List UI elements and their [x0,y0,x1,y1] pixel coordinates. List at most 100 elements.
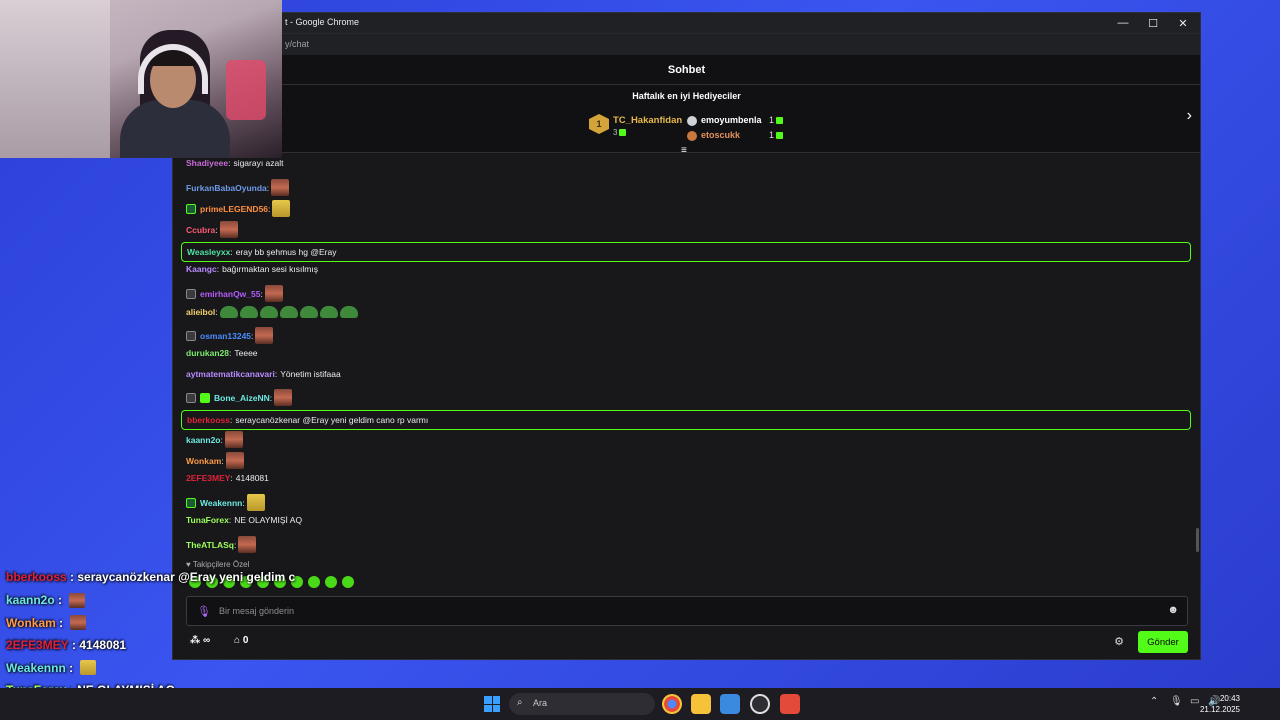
chat-username[interactable]: Kaangc [186,264,217,274]
chat-message[interactable]: osman13245: [186,327,274,344]
chat-username[interactable]: 2EFE3MEY [186,473,230,483]
system-clock[interactable]: 20:43 21.12.2025 [1200,693,1240,715]
chat-message[interactable]: Bone_AizeNN: [186,389,293,406]
chrome-taskbar-icon[interactable] [662,694,682,714]
frog-emote[interactable] [239,306,258,318]
chat-emote[interactable] [264,285,283,302]
emote-option[interactable] [308,576,320,588]
chat-username[interactable]: Shadiyeee [186,158,228,168]
chat-message[interactable]: TunaForex: NE OLAYMIŞİ AQ [186,515,302,525]
chat-message[interactable]: Shadiyeee: sigarayı azalt [186,158,284,168]
minimize-button[interactable]: — [1108,13,1138,33]
chat-username[interactable]: TheATLASq [186,540,234,550]
file-explorer-icon[interactable] [691,694,711,714]
taskbar-search[interactable]: ⌕ Ara [509,693,655,715]
chat-username[interactable]: TunaForex [186,515,229,525]
photos-app-icon[interactable] [720,694,740,714]
chat-message[interactable]: alieibol: [186,306,358,318]
chat-username[interactable]: primeLEGEND56 [200,204,268,214]
chat-emote[interactable] [238,536,257,553]
chat-message[interactable]: kaann2o: [186,431,243,448]
top-gifter-count: 3 [613,128,627,137]
user-badge-icon [186,203,196,214]
chat-username[interactable]: emirhanQw_55 [200,289,260,299]
chat-username[interactable]: aytmatematikcanavari [186,369,275,379]
microphone-tray-icon[interactable]: 🎙 [1170,696,1183,707]
gear-icon[interactable]: ⚙ [1114,635,1124,648]
chat-emote[interactable] [272,200,291,217]
chat-message[interactable]: TheATLASq: [186,536,257,553]
scrollbar-thumb[interactable] [1196,528,1199,552]
chat-username[interactable]: Ccubra [186,225,215,235]
chat-emote[interactable] [271,179,290,196]
address-bar[interactable]: y/chat [173,33,1200,55]
chat-separator: : [230,473,233,483]
chat-message-input[interactable] [219,603,1119,619]
app-notification-icon[interactable] [780,694,800,714]
chat-separator: : [215,307,218,317]
window-titlebar[interactable]: t - Google Chrome — ☐ ✕ [173,13,1200,33]
chat-input-box[interactable]: 🎙 ☻ [186,596,1188,626]
chat-username[interactable]: Bone_AizeNN [214,393,270,403]
chat-message[interactable]: FurkanBabaOyunda: [186,179,290,196]
chat-emote[interactable] [225,452,244,469]
frog-emote[interactable] [219,306,238,318]
microphone-icon[interactable]: 🎙 [197,605,211,618]
chat-username[interactable]: alieibol [186,307,215,317]
chat-username[interactable]: kaann2o [186,435,221,445]
maximize-button[interactable]: ☐ [1138,13,1168,33]
emote-option[interactable] [342,576,354,588]
overlay-separator: : [66,570,78,584]
overlay-username: bberkooss [6,570,67,584]
chat-message[interactable]: Ccubra: [186,221,238,238]
chat-emote[interactable] [219,221,238,238]
chat-message[interactable]: aytmatematikcanavari: Yönetim istifaaa [186,369,341,379]
chat-username[interactable]: osman13245 [200,331,251,341]
chevron-right-icon[interactable]: › [1187,107,1192,125]
chat-message[interactable]: emirhanQw_55: [186,285,283,302]
chat-username[interactable]: Weasleyxx [187,247,230,257]
monitor-tray-icon[interactable]: ▭ [1190,696,1199,707]
user-badge-icon [186,392,196,403]
overlay-username: Weakennn [6,660,66,675]
channel-points[interactable]: ⁂ ∞ [190,635,210,646]
chat-username[interactable]: durukan28 [186,348,229,358]
chat-message[interactable]: Weakennn: [186,494,265,511]
chat-message[interactable]: primeLEGEND56: [186,200,291,217]
windows-taskbar: ⌕ Ara ⌃ 🎙 ▭ 🔊 20:43 21.12.2025 [0,688,1280,720]
gifter-count: 1 [769,115,784,125]
chat-message[interactable]: Wonkam: [186,452,244,469]
chevron-up-icon[interactable]: ⌃ [1150,696,1158,707]
window-title: t - Google Chrome [285,17,360,27]
gifter-second[interactable]: emoyumbenla 1 [687,115,784,126]
frog-emote[interactable] [279,306,298,318]
chat-message[interactable]: 2EFE3MEY:4148081 [186,473,269,483]
chat-message[interactable]: bberkooss: seraycanözkenar @Eray yeni gel… [181,410,1191,430]
frog-emote[interactable] [319,306,338,318]
store-button[interactable]: ⌂ 0 [234,635,248,646]
chat-emote[interactable] [255,327,274,344]
collapse-panel-icon[interactable]: ≡ [681,145,687,156]
webcam-person-body [120,100,230,158]
obs-app-icon[interactable] [750,694,770,714]
frog-emote[interactable] [299,306,318,318]
chat-emote[interactable] [224,431,243,448]
close-button[interactable]: ✕ [1168,13,1198,33]
windows-start-icon[interactable] [484,696,500,712]
chat-message[interactable]: durukan28: Teeee [186,348,258,358]
url-text[interactable]: y/chat [285,39,309,49]
frog-emote[interactable] [339,306,358,318]
chat-emote[interactable] [246,494,265,511]
chat-message[interactable]: Kaangc: bağırmaktan sesi kısılmış [186,264,318,274]
chat-username[interactable]: FurkanBabaOyunda [186,183,267,193]
frog-emote[interactable] [259,306,278,318]
chat-username[interactable]: Weakennn [200,498,242,508]
emote-option[interactable] [325,576,337,588]
chat-username[interactable]: bberkooss [187,415,230,425]
send-button[interactable]: Gönder [1138,631,1188,653]
emoji-picker-icon[interactable]: ☻ [1167,604,1179,616]
gifter-third[interactable]: etoscukk 1 [687,130,784,141]
chat-emote[interactable] [274,389,293,406]
chat-message[interactable]: Weasleyxx: eray bb şehmus hg @Eray [181,242,1191,262]
chat-username[interactable]: Wonkam [186,456,221,466]
